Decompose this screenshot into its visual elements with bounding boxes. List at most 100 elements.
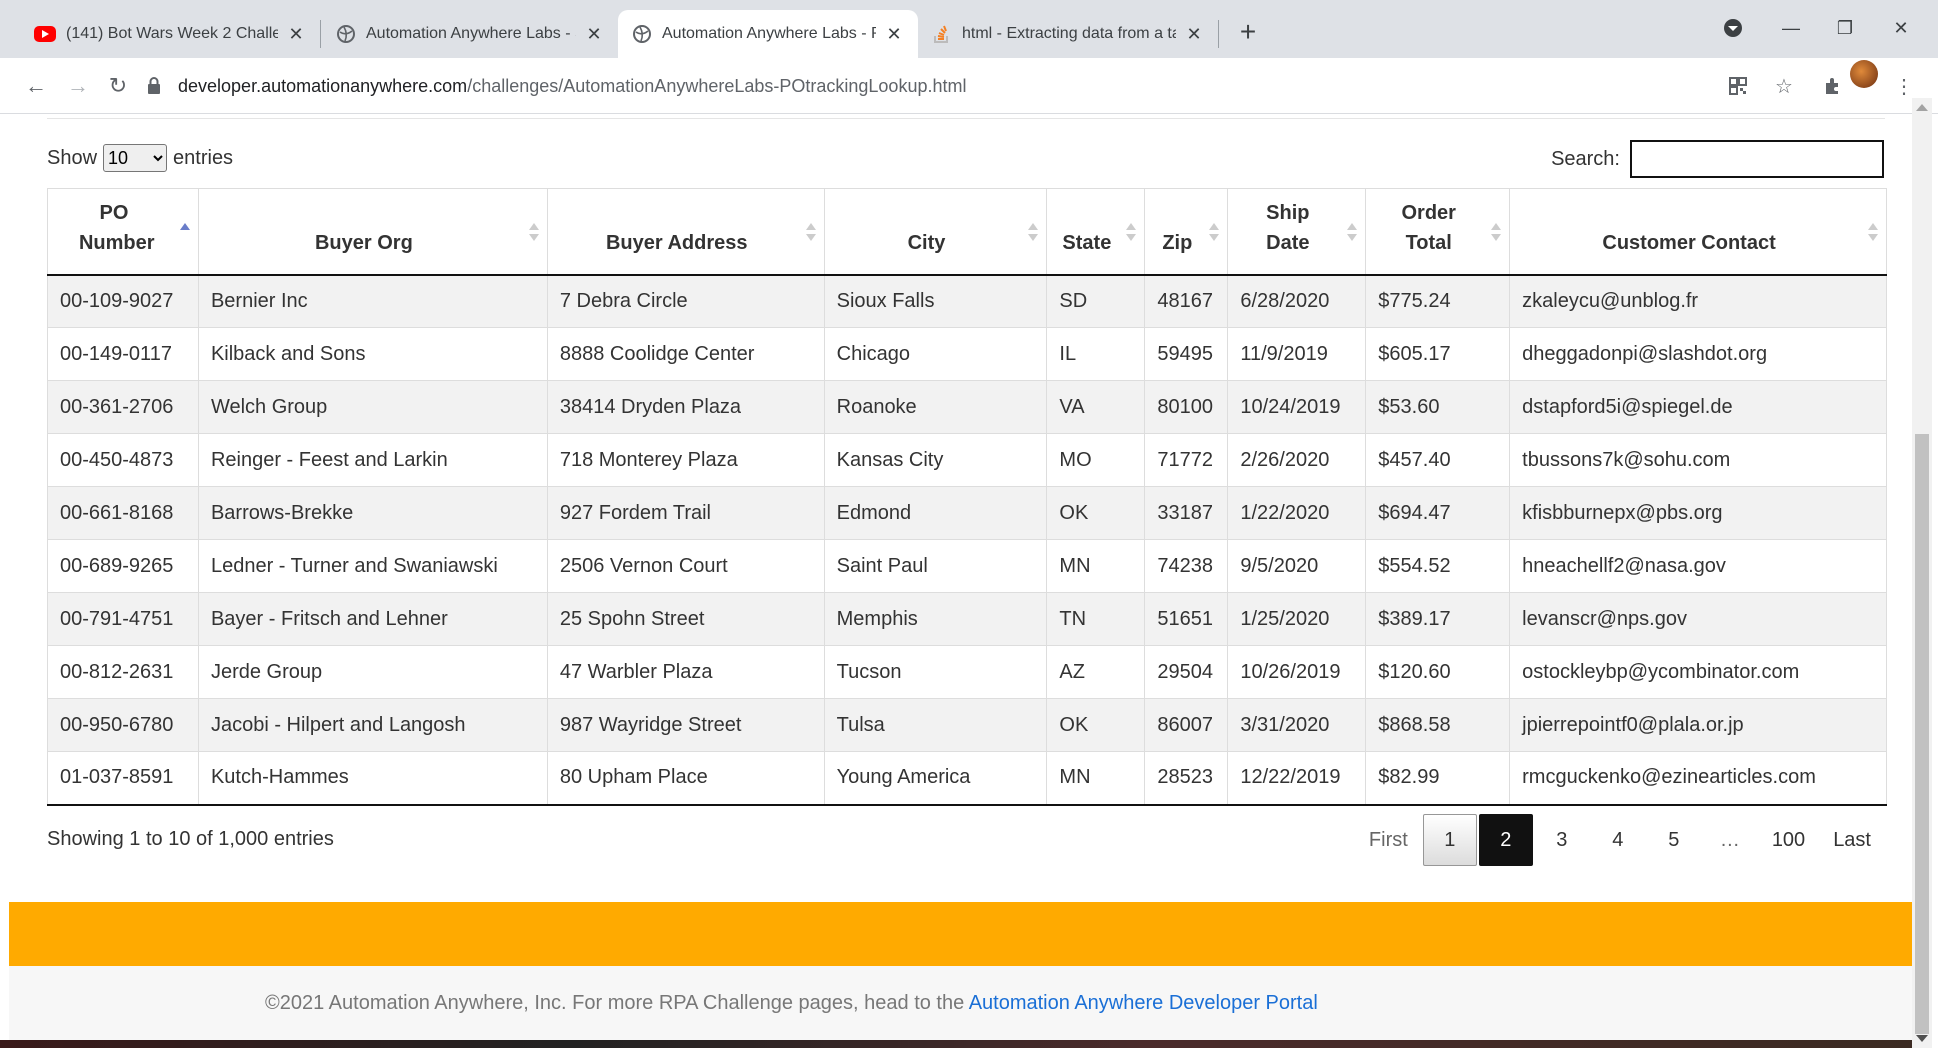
cell-buyer-address: 2506 Vernon Court [546,539,825,593]
browser-tab-support[interactable]: Automation Anywhere Labs - Sup ✕ [322,10,618,58]
search-label: Search: [1551,147,1620,170]
profile-avatar[interactable] [1850,60,1878,88]
column-header-city[interactable]: City [823,188,1047,276]
globe-icon [632,24,652,44]
footer-text: ©2021 Automation Anywhere, Inc. For more… [265,992,1318,1015]
cell-buyer-org: Bayer - Fritsch and Lehner [197,592,548,646]
cell-ship-date: 11/9/2019 [1227,327,1366,381]
qr-code-icon[interactable] [1724,72,1752,100]
header-label: State [1062,231,1112,254]
cell-ship-date: 2/26/2020 [1227,433,1366,487]
pagination-page-4[interactable]: 4 [1591,814,1645,866]
footer-accent-band [9,902,1912,966]
cell-zip: 80100 [1144,380,1228,434]
stackoverflow-icon [932,24,952,44]
column-header-ship-date[interactable]: Ship Date [1227,188,1366,276]
cell-city: Young America [823,751,1047,806]
pagination-page-3[interactable]: 3 [1535,814,1589,866]
column-header-order-total[interactable]: Order Total [1365,188,1510,276]
extensions-icon[interactable] [1818,72,1846,100]
table-row: 00-812-2631 Jerde Group 47 Warbler Plaza Tu… [47,645,1887,699]
page-scrollbar[interactable] [1912,98,1932,1048]
sort-icon [1126,223,1137,243]
footer-copyright: ©2021 Automation Anywhere, Inc. For more… [265,992,969,1014]
tab-search-icon[interactable] [1710,8,1756,48]
minimize-icon[interactable]: — [1768,8,1814,48]
cell-buyer-org: Jerde Group [197,645,548,699]
cell-customer-contact: hneachellf2@nasa.gov [1509,539,1887,593]
cell-po-number: 00-812-2631 [47,645,199,699]
table-row: 00-661-8168 Barrows-Brekke 927 Fordem Trai… [47,486,1887,540]
cell-order-total: $457.40 [1365,433,1510,487]
cell-order-total: $868.58 [1365,698,1510,752]
back-icon[interactable]: ← [18,68,54,104]
column-header-buyer-org[interactable]: Buyer Org [197,188,548,276]
tab-divider [1218,20,1219,48]
cell-po-number: 00-661-8168 [47,486,199,540]
cell-buyer-address: 7 Debra Circle [546,274,825,328]
column-header-buyer-address[interactable]: Buyer Address [546,188,825,276]
cell-buyer-address: 987 Wayridge Street [546,698,825,752]
pagination-page-1[interactable]: 1 [1422,814,1477,866]
column-header-zip[interactable]: Zip [1144,188,1228,276]
cell-customer-contact: kfisbburnepx@pbs.org [1509,486,1887,540]
browser-tab-youtube[interactable]: (141) Bot Wars Week 2 Challenge ✕ [20,10,320,58]
new-tab-icon[interactable]: + [1230,14,1266,50]
close-icon[interactable]: ✕ [884,24,904,44]
cell-buyer-org: Ledner - Turner and Swaniawski [197,539,548,593]
cell-buyer-org: Reinger - Feest and Larkin [197,433,548,487]
cell-buyer-address: 47 Warbler Plaza [546,645,825,699]
search-input[interactable] [1630,140,1884,178]
cell-buyer-address: 80 Upham Place [546,751,825,806]
browser-tab-stackoverflow[interactable]: html - Extracting data from a tab ✕ [918,10,1218,58]
page-length-select[interactable]: 10 [103,144,168,172]
cell-customer-contact: zkaleycu@unblog.fr [1509,274,1887,328]
page-content: Show 10 entries Search: PO Number Buyer … [9,114,1912,1048]
column-header-state[interactable]: State [1046,188,1145,276]
close-icon[interactable]: ✕ [1184,24,1204,44]
restore-icon[interactable]: ❐ [1822,8,1868,48]
reload-icon[interactable]: ↻ [100,68,136,104]
address-bar[interactable]: developer.automationanywhere.com/challen… [146,66,1716,106]
browser-tab-active[interactable]: Automation Anywhere Labs - PO ✕ [618,10,918,58]
window-close-icon[interactable]: ✕ [1878,8,1924,48]
column-header-customer-contact[interactable]: Customer Contact [1509,188,1887,276]
bookmark-star-icon[interactable]: ☆ [1770,72,1798,100]
cell-po-number: 00-109-9027 [47,274,199,328]
developer-portal-link[interactable]: Automation Anywhere Developer Portal [969,992,1318,1014]
pagination-first[interactable]: First [1356,814,1421,866]
pagination-page-5[interactable]: 5 [1647,814,1701,866]
cell-zip: 51651 [1144,592,1228,646]
header-label: Ship Date [1266,201,1310,254]
forward-icon[interactable]: → [60,68,96,104]
cell-city: Roanoke [823,380,1047,434]
pagination-page-100[interactable]: 100 [1759,814,1818,866]
cell-buyer-org: Barrows-Brekke [197,486,548,540]
close-icon[interactable]: ✕ [286,24,306,44]
table-row: 00-450-4873 Reinger - Feest and Larkin 718… [47,433,1887,487]
cell-zip: 33187 [1144,486,1228,540]
pagination-last[interactable]: Last [1820,814,1884,866]
pagination-ellipsis: … [1719,828,1740,851]
cell-state: MN [1046,539,1145,593]
table-row: 00-950-6780 Jacobi - Hilpert and Langosh 9… [47,698,1887,752]
cell-city: Sioux Falls [823,274,1047,328]
pagination-page-2[interactable]: 2 [1478,814,1533,866]
cell-order-total: $605.17 [1365,327,1510,381]
scroll-up-arrow-icon[interactable] [1916,104,1928,111]
table-row: 01-037-8591 Kutch-Hammes 80 Upham Place You… [47,751,1887,806]
scroll-down-arrow-icon[interactable] [1916,1035,1928,1042]
cell-po-number: 00-149-0117 [47,327,199,381]
column-header-po-number[interactable]: PO Number [47,188,199,276]
cell-ship-date: 1/25/2020 [1227,592,1366,646]
sort-icon [1347,223,1358,243]
scroll-thumb[interactable] [1915,434,1929,1034]
show-label: Show [47,146,98,169]
cell-zip: 86007 [1144,698,1228,752]
entries-label: entries [173,146,234,169]
more-menu-icon[interactable]: ⋮ [1890,72,1918,100]
cell-order-total: $389.17 [1365,592,1510,646]
close-icon[interactable]: ✕ [584,24,604,44]
browser-tab-strip: (141) Bot Wars Week 2 Challenge ✕ Automa… [0,0,1938,58]
cell-state: IL [1046,327,1145,381]
